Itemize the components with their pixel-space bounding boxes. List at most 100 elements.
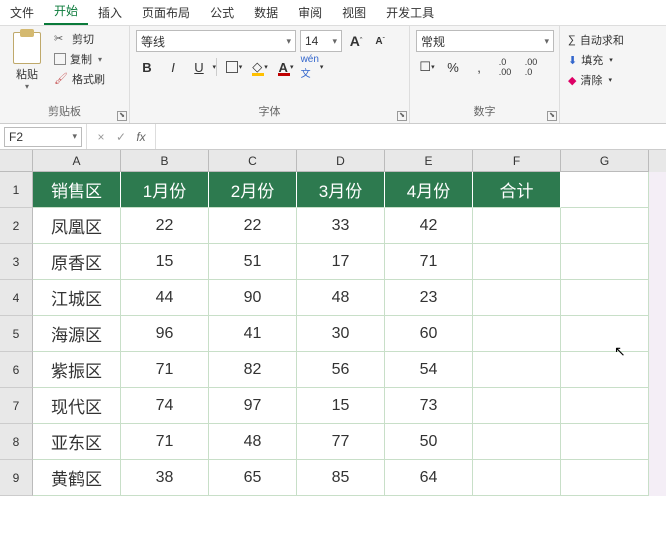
cell[interactable]: 江城区 [33,280,121,316]
cell[interactable] [473,316,561,352]
cell[interactable]: 97 [209,388,297,424]
column-header[interactable]: B [121,150,209,172]
increase-decimal-button[interactable]: .0.00 [494,56,516,78]
comma-button[interactable]: , [468,56,490,78]
cell[interactable] [561,208,649,244]
cell[interactable] [561,460,649,496]
row-header[interactable]: 9 [0,460,33,496]
cell[interactable]: 3月份 [297,172,385,208]
cell[interactable] [473,280,561,316]
row-header[interactable]: 6 [0,352,33,388]
format-painter-button[interactable]: 🖌格式刷 [52,70,107,88]
cell[interactable]: 42 [385,208,473,244]
font-name-select[interactable]: 等线▾ [136,30,296,52]
cell[interactable]: 现代区 [33,388,121,424]
cell[interactable] [473,352,561,388]
cell[interactable]: 2月份 [209,172,297,208]
formula-input[interactable] [156,127,666,147]
cell[interactable]: 15 [297,388,385,424]
underline-button[interactable]: U▾ [188,56,210,78]
select-all-corner[interactable] [0,150,33,172]
cell[interactable]: 紫振区 [33,352,121,388]
cell[interactable]: 51 [209,244,297,280]
cell[interactable]: 56 [297,352,385,388]
row-header[interactable]: 3 [0,244,33,280]
tab-插入[interactable]: 插入 [88,0,132,25]
column-header[interactable]: C [209,150,297,172]
column-header[interactable]: G [561,150,649,172]
name-box[interactable]: F2▾ [4,127,82,147]
cell[interactable] [561,424,649,460]
cell[interactable] [561,280,649,316]
cell[interactable]: 黄鹤区 [33,460,121,496]
cell[interactable]: 65 [209,460,297,496]
fill-color-button[interactable]: ◇▾ [249,56,271,78]
cell[interactable]: 48 [297,280,385,316]
cell[interactable]: 96 [121,316,209,352]
row-header[interactable]: 2 [0,208,33,244]
cell[interactable]: 亚东区 [33,424,121,460]
row-header[interactable]: 8 [0,424,33,460]
cell[interactable] [473,244,561,280]
cell[interactable]: 22 [121,208,209,244]
cell[interactable]: 50 [385,424,473,460]
column-header[interactable]: D [297,150,385,172]
number-format-select[interactable]: 常规▾ [416,30,554,52]
clipboard-dialog-launcher[interactable]: ⬊ [117,111,127,121]
paste-button[interactable]: 粘贴 ▾ [6,30,48,93]
cell[interactable] [473,460,561,496]
increase-font-button[interactable]: Aˆ [346,30,366,52]
cell[interactable] [561,388,649,424]
phonetic-button[interactable]: wén文▾ [301,56,323,78]
cell[interactable]: 38 [121,460,209,496]
cell[interactable]: 凤凰区 [33,208,121,244]
cell[interactable] [561,352,649,388]
tab-开始[interactable]: 开始 [44,0,88,25]
clear-button[interactable]: ◆清除▾ [566,70,649,90]
tab-数据[interactable]: 数据 [244,0,288,25]
cell[interactable]: 71 [121,352,209,388]
font-dialog-launcher[interactable]: ⬊ [397,111,407,121]
fill-button[interactable]: ⬇填充▾ [566,50,649,70]
font-color-button[interactable]: A▾ [275,56,297,78]
column-header[interactable]: F [473,150,561,172]
cell[interactable]: 原香区 [33,244,121,280]
tab-文件[interactable]: 文件 [0,0,44,25]
tab-页面布局[interactable]: 页面布局 [132,0,200,25]
cell[interactable] [561,244,649,280]
number-dialog-launcher[interactable]: ⬊ [547,111,557,121]
cell[interactable]: 17 [297,244,385,280]
border-button[interactable]: ▾ [223,56,245,78]
cell[interactable]: 71 [121,424,209,460]
cell[interactable]: 77 [297,424,385,460]
cell[interactable]: 合计 [473,172,561,208]
cell[interactable]: 82 [209,352,297,388]
italic-button[interactable]: I [162,56,184,78]
cell[interactable]: 30 [297,316,385,352]
cell[interactable]: 71 [385,244,473,280]
cell[interactable]: 54 [385,352,473,388]
cell[interactable]: 1月份 [121,172,209,208]
cell[interactable] [561,172,649,208]
cell[interactable]: 销售区 [33,172,121,208]
cell[interactable]: 44 [121,280,209,316]
bold-button[interactable]: B [136,56,158,78]
cell[interactable]: 33 [297,208,385,244]
cell[interactable]: 60 [385,316,473,352]
row-header[interactable]: 5 [0,316,33,352]
cancel-formula-button[interactable]: × [93,130,109,144]
row-header[interactable]: 1 [0,172,33,208]
cell[interactable]: 23 [385,280,473,316]
cell[interactable]: 64 [385,460,473,496]
cell[interactable]: 4月份 [385,172,473,208]
cell[interactable]: 15 [121,244,209,280]
cell[interactable]: 41 [209,316,297,352]
tab-视图[interactable]: 视图 [332,0,376,25]
accept-formula-button[interactable]: ✓ [113,130,129,144]
percent-button[interactable]: % [442,56,464,78]
cell[interactable]: 海源区 [33,316,121,352]
column-header[interactable]: E [385,150,473,172]
row-header[interactable]: 7 [0,388,33,424]
row-header[interactable]: 4 [0,280,33,316]
font-size-select[interactable]: 14▾ [300,30,342,52]
